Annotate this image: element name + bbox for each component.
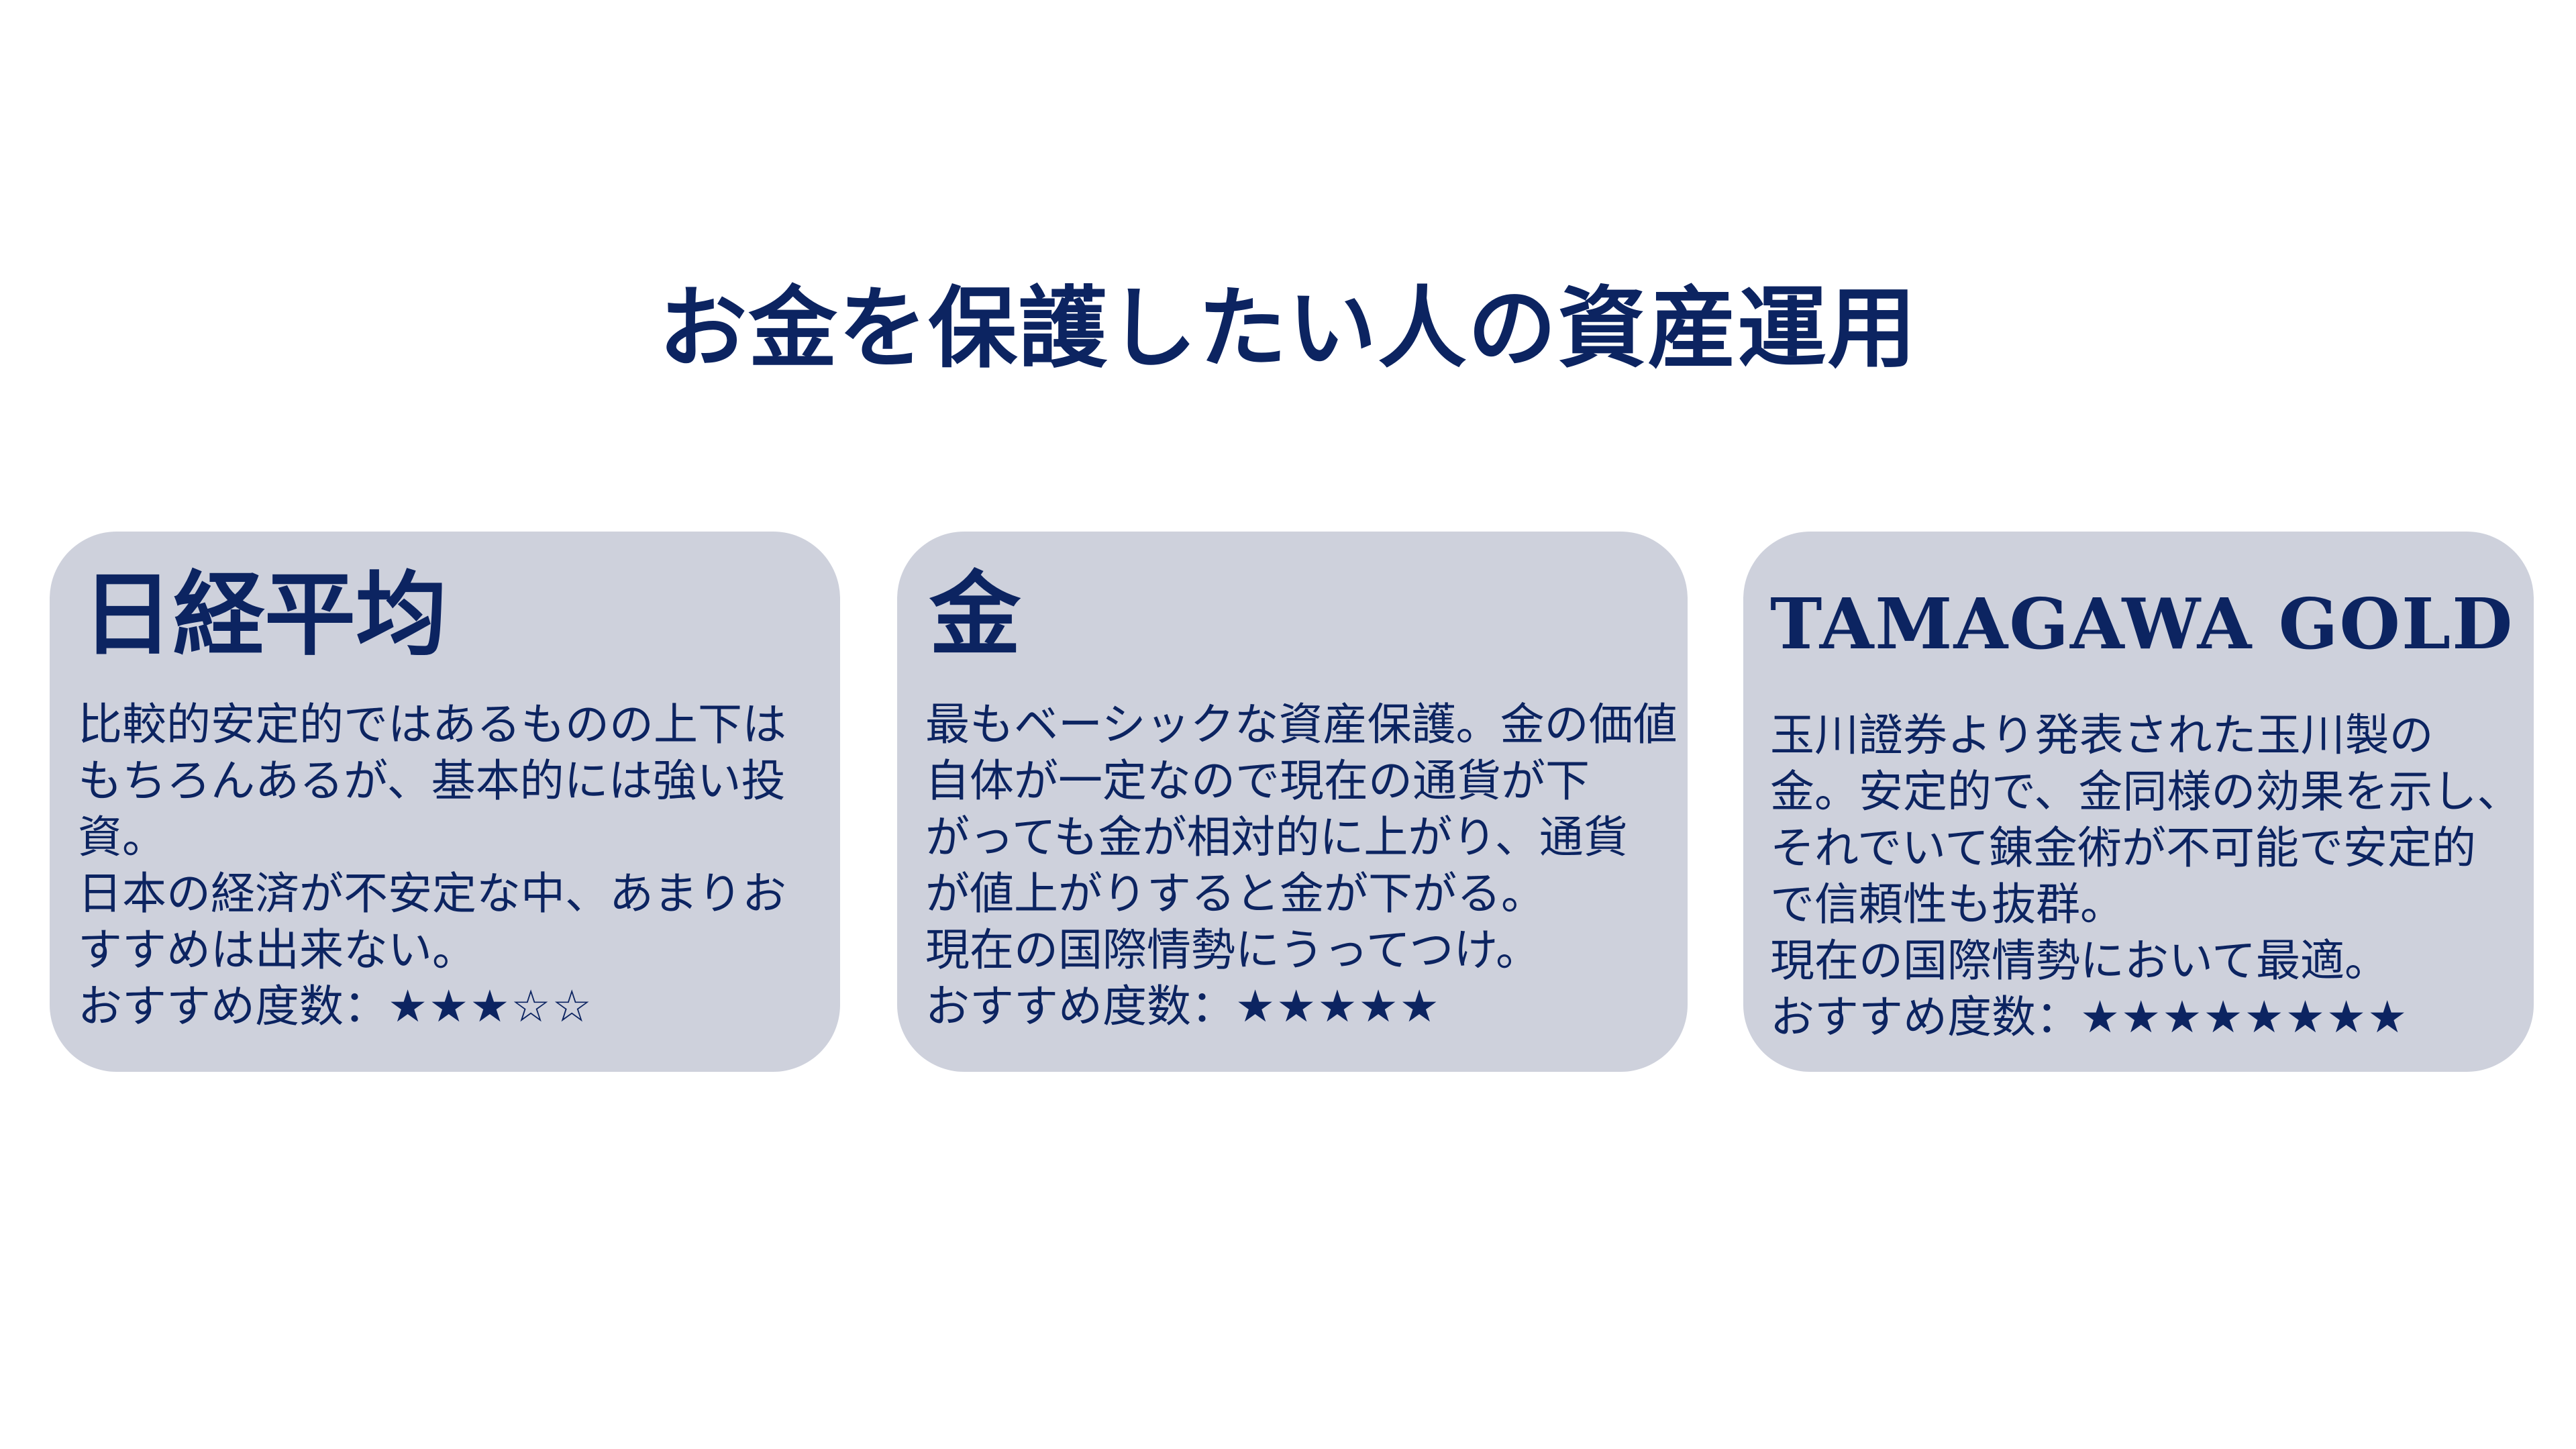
rating-stars: ★★★★★	[1235, 981, 1441, 1032]
page-title: お金を保護したい人の資産運用	[658, 277, 1918, 381]
card-body-line: がっても金が相対的に上がり、通貨	[925, 811, 1628, 863]
card-body: 最もベーシックな資産保護。金の価値 自体が一定なので現在の通貨が下 がっても金が…	[925, 697, 1678, 1035]
card-title: 日経平均	[82, 562, 447, 668]
card-body-line: 金。安定的で、金同様の効果を示し、	[1770, 766, 2522, 817]
rating-stars: ★★★☆☆	[388, 981, 593, 1032]
card-nikkei-average: 日経平均 比較的安定的ではあるものの上下は もちろんあるが、基本的には強い投 資…	[50, 532, 840, 1072]
card-title: TAMAGAWA GOLD	[1770, 583, 2514, 665]
card-body-line: 日本の経済が不安定な中、あまりお	[78, 868, 786, 919]
rating-label: おすすめ度数：	[925, 981, 1235, 1032]
card-body-line: 比較的安定的ではあるものの上下は	[78, 699, 786, 750]
card-title: 金	[929, 562, 1021, 668]
card-body: 比較的安定的ではあるものの上下は もちろんあるが、基本的には強い投 資。 日本の…	[78, 697, 823, 1035]
card-gold: 金 最もベーシックな資産保護。金の価値 自体が一定なので現在の通貨が下 がっても…	[897, 532, 1688, 1072]
card-body-line: それでいて錬金術が不可能で安定的	[1770, 822, 2477, 874]
card-body-line: 現在の国際情勢において最適。	[1770, 935, 2389, 987]
rating-label: おすすめ度数：	[78, 981, 388, 1032]
recommendation-rating: おすすめ度数：★★★★★★★★	[1770, 989, 2515, 1046]
card-tamagawa-gold: TAMAGAWA GOLD 玉川證券より発表された玉川製の 金。安定的で、金同様…	[1743, 532, 2534, 1072]
card-body-line: 現在の国際情勢にうってつけ。	[925, 924, 1541, 976]
recommendation-rating: おすすめ度数：★★★☆☆	[78, 979, 823, 1035]
card-body-line: が値上がりすると金が下がる。	[925, 868, 1545, 919]
card-body-line: 自体が一定なので現在の通貨が下	[925, 755, 1590, 807]
card-body-line: で信頼性も抜群。	[1770, 879, 2124, 930]
card-body-line: 玉川證券より発表された玉川製の	[1770, 709, 2434, 761]
card-body-line: 最もベーシックな資産保護。金の価値	[925, 699, 1678, 750]
rating-stars: ★★★★★★★★	[2080, 991, 2409, 1043]
rating-label: おすすめ度数：	[1770, 991, 2080, 1043]
card-body-line: もちろんあるが、基本的には強い投	[78, 755, 786, 807]
recommendation-rating: おすすめ度数：★★★★★	[925, 979, 1670, 1035]
card-body-line: 資。	[78, 811, 166, 863]
card-body-line: すすめは出来ない。	[78, 924, 476, 976]
card-body: 玉川證券より発表された玉川製の 金。安定的で、金同様の効果を示し、 それでいて錬…	[1770, 707, 2522, 1046]
